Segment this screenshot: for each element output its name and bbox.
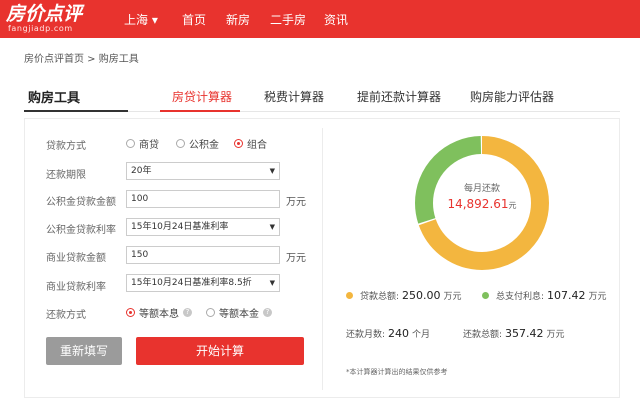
tab-affordability-estimator[interactable]: 购房能力评估器	[470, 88, 554, 105]
radio-icon	[206, 308, 215, 317]
months-unit: 个月	[412, 330, 431, 340]
monthly-payment-label: 每月还款	[463, 184, 500, 194]
monthly-payment-value: 14,892.61	[447, 197, 509, 211]
fund-rate-select[interactable]: 15年10月24日基准利率	[126, 218, 280, 236]
breadcrumb[interactable]: 房价点评首页 > 购房工具	[24, 50, 139, 65]
nav-resale[interactable]: 二手房	[270, 11, 306, 28]
logo-subtext: fangjiadp.com	[8, 24, 73, 33]
radio-label: 等额本金	[219, 309, 259, 320]
help-icon[interactable]: ?	[263, 308, 272, 317]
radio-label: 公积金	[189, 140, 219, 151]
total-repay-unit: 万元	[546, 330, 565, 340]
radio-label: 组合	[247, 140, 267, 151]
logo-text: 房价点评	[6, 3, 83, 25]
biz-rate-select[interactable]: 15年10月24日基准利率8.5折	[126, 274, 280, 292]
tools-title-underline	[24, 110, 128, 112]
nav-news[interactable]: 资讯	[324, 11, 348, 28]
calculate-button[interactable]: 开始计算	[136, 337, 304, 365]
total-loan-value: 250.00	[402, 289, 441, 302]
months-label: 还款月数:	[346, 330, 386, 340]
fund-rate-label: 公积金贷款利率	[46, 225, 116, 236]
reset-button[interactable]: 重新填写	[46, 337, 122, 365]
help-icon[interactable]: ?	[183, 308, 192, 317]
radio-label: 商贷	[139, 140, 159, 151]
biz-amount-label: 商业贷款金额	[46, 253, 106, 264]
total-loan-unit: 万元	[443, 292, 462, 302]
active-tab-underline	[160, 110, 240, 112]
loan-type-commercial[interactable]: 商贷	[126, 136, 159, 151]
tab-mortgage-calculator[interactable]: 房贷计算器	[172, 88, 232, 105]
tools-title: 购房工具	[28, 91, 81, 106]
site-logo[interactable]: 房价点评 fangjiadp.com	[6, 4, 82, 34]
repay-months: 还款月数: 240 个月	[346, 327, 430, 340]
tab-tax-calculator[interactable]: 税费计算器	[264, 88, 324, 105]
radio-icon	[126, 139, 135, 148]
loan-type-fund[interactable]: 公积金	[176, 136, 219, 151]
total-loan-label: 贷款总额:	[360, 292, 400, 302]
legend-swatch-interest	[482, 292, 489, 299]
nav-home[interactable]: 首页	[182, 11, 206, 28]
repay-equal-principal[interactable]: 等额本金 ?	[206, 305, 272, 320]
repay-equal-installment[interactable]: 等额本息 ?	[126, 305, 192, 320]
biz-amount-unit: 万元	[286, 253, 306, 264]
biz-rate-label: 商业贷款利率	[46, 282, 106, 293]
disclaimer-note: *本计算器计算出的结果仅供参考	[346, 368, 448, 376]
radio-selected-icon	[126, 308, 135, 317]
radio-selected-icon	[234, 139, 243, 148]
monthly-payment-unit: 元	[508, 201, 517, 210]
months-value: 240	[388, 327, 410, 340]
loan-type-label: 贷款方式	[46, 141, 86, 152]
panel-divider	[322, 128, 323, 390]
total-interest-value: 107.42	[547, 289, 586, 302]
term-select[interactable]: 20年	[126, 162, 280, 180]
total-interest-unit: 万元	[588, 292, 607, 302]
legend-total-interest: 总支付利息: 107.42 万元	[482, 289, 607, 302]
biz-amount-input[interactable]: 150	[126, 246, 280, 264]
term-label: 还款期限	[46, 170, 86, 181]
legend-total-loan: 贷款总额: 250.00 万元	[346, 289, 462, 302]
fund-amount-input[interactable]: 100	[126, 190, 280, 208]
total-interest-label: 总支付利息:	[496, 292, 545, 302]
monthly-payment: 14,892.61元	[412, 197, 552, 211]
fund-amount-unit: 万元	[286, 197, 306, 208]
radio-icon	[176, 139, 185, 148]
top-bar	[0, 0, 640, 38]
legend-swatch-loan	[346, 292, 353, 299]
city-selector[interactable]: 上海 ▾	[124, 11, 158, 28]
radio-label: 等额本息	[139, 309, 179, 320]
tab-prepayment-calculator[interactable]: 提前还款计算器	[357, 88, 441, 105]
total-repayment: 还款总额: 357.42 万元	[463, 327, 565, 340]
fund-amount-label: 公积金贷款金额	[46, 197, 116, 208]
total-repay-label: 还款总额:	[463, 330, 503, 340]
repay-method-label: 还款方式	[46, 310, 86, 321]
nav-new-homes[interactable]: 新房	[226, 11, 250, 28]
loan-type-combined[interactable]: 组合	[234, 136, 267, 151]
total-repay-value: 357.42	[505, 327, 544, 340]
